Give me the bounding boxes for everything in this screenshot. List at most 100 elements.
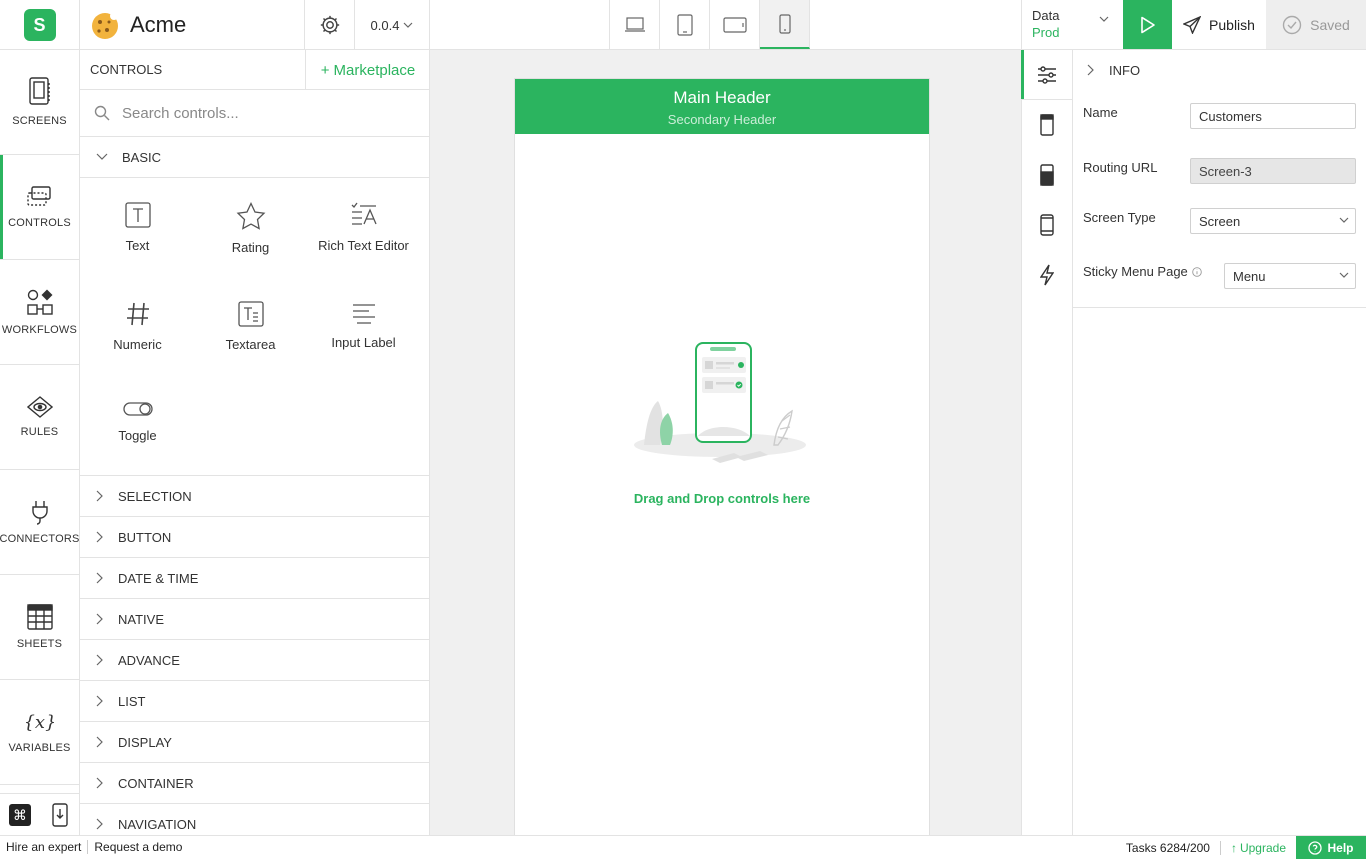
routing-url-value: Screen-3 <box>1199 163 1252 179</box>
info-section-title: INFO <box>1109 62 1141 78</box>
control-toggle-label: Toggle <box>118 428 157 443</box>
tab-footer-settings[interactable] <box>1022 150 1072 200</box>
control-text-label: Text <box>125 238 150 253</box>
publish-button[interactable]: Publish <box>1172 0 1266 49</box>
control-numeric[interactable]: Numeric <box>81 289 194 388</box>
chevron-down-icon <box>1339 272 1349 278</box>
section-basic[interactable]: BASIC <box>80 137 429 178</box>
control-rich-text-editor[interactable]: Rich Text Editor <box>307 190 420 289</box>
nav-variables[interactable]: {x} VARIABLES <box>0 680 79 785</box>
tab-device-settings[interactable] <box>1022 200 1072 250</box>
control-textarea[interactable]: Textarea <box>194 289 307 388</box>
empty-drop-zone[interactable]: Drag and Drop controls here <box>515 341 929 506</box>
shortcuts-button[interactable]: ⌘ <box>0 794 40 835</box>
upgrade-link[interactable]: ↑ Upgrade <box>1221 841 1296 855</box>
nav-connectors[interactable]: CONNECTORS <box>0 470 79 575</box>
drop-hint-text: Drag and Drop controls here <box>633 491 811 506</box>
nav-connectors-label: CONNECTORS <box>0 533 80 545</box>
data-env-value: Prod <box>1032 25 1060 40</box>
section-advance-label: ADVANCE <box>118 652 180 668</box>
device-mobile-button[interactable] <box>760 0 810 49</box>
mobile-screen-preview[interactable]: Main Header Secondary Header Drag and Dr… <box>515 79 929 835</box>
screen-header[interactable]: Main Header Secondary Header <box>515 79 929 134</box>
search-icon <box>94 105 110 121</box>
control-text[interactable]: Text <box>81 190 194 289</box>
nav-screens[interactable]: SCREENS <box>0 50 79 155</box>
project-name: Acme <box>130 12 187 37</box>
help-circle-icon <box>1308 840 1323 855</box>
marketplace-button[interactable]: + Marketplace <box>305 50 429 90</box>
screen-header-icon <box>1040 114 1054 136</box>
chevron-right-icon <box>96 818 103 830</box>
app-settings-button[interactable] <box>305 0 355 50</box>
top-bar: S Acme 0.0.4 Data Prod Publish Saved <box>0 0 1366 50</box>
rules-eye-icon <box>26 396 53 418</box>
chevron-down-icon <box>96 153 108 160</box>
data-environment-selector[interactable]: Data Prod <box>1021 0 1123 50</box>
tab-properties[interactable] <box>1021 50 1072 100</box>
device-tablet-portrait-button[interactable] <box>660 0 710 49</box>
sliders-icon <box>1038 65 1056 84</box>
name-field[interactable]: Customers <box>1190 103 1356 129</box>
section-button[interactable]: BUTTON <box>80 517 429 558</box>
name-value: Customers <box>1199 108 1262 124</box>
project-brand[interactable]: Acme <box>80 0 305 50</box>
sticky-menu-select[interactable]: Menu <box>1224 263 1356 289</box>
request-demo-link[interactable]: Request a demo <box>88 840 188 854</box>
command-key-icon: ⌘ <box>9 803 31 826</box>
controls-icon <box>26 186 51 206</box>
control-rich-text-editor-label: Rich Text Editor <box>318 238 409 253</box>
hire-expert-link[interactable]: Hire an expert <box>0 840 87 854</box>
help-label: Help <box>1327 840 1354 855</box>
tasks-counter: Tasks 6284/200 <box>1125 840 1210 855</box>
section-container[interactable]: CONTAINER <box>80 763 429 804</box>
phone-illustration-icon <box>634 342 806 463</box>
screen-type-select[interactable]: Screen <box>1190 208 1356 234</box>
control-input-label[interactable]: Input Label <box>307 289 420 388</box>
version-dropdown[interactable]: 0.0.4 <box>355 0 430 50</box>
download-app-button[interactable] <box>40 794 80 835</box>
workflows-icon <box>26 289 53 315</box>
app-logo[interactable]: S <box>0 0 80 50</box>
saved-status-button[interactable]: Saved <box>1266 0 1366 49</box>
chevron-right-icon <box>96 736 103 748</box>
section-display[interactable]: DISPLAY <box>80 722 429 763</box>
control-rating[interactable]: Rating <box>194 190 307 289</box>
help-button[interactable]: Help <box>1296 836 1366 859</box>
section-native[interactable]: NATIVE <box>80 599 429 640</box>
star-icon <box>236 202 265 230</box>
section-list[interactable]: LIST <box>80 681 429 722</box>
section-basic-label: BASIC <box>122 149 162 165</box>
control-numeric-label: Numeric <box>113 337 162 352</box>
lightning-icon <box>1040 264 1054 286</box>
tab-events[interactable] <box>1022 250 1072 300</box>
nav-controls[interactable]: CONTROLS <box>0 155 79 260</box>
run-preview-button[interactable] <box>1123 0 1172 49</box>
tab-header-settings[interactable] <box>1022 100 1072 150</box>
text-control-icon <box>124 202 151 228</box>
input-label-icon <box>352 304 375 324</box>
tablet-landscape-icon <box>722 16 747 33</box>
left-navigation: SCREENS CONTROLS WORKFLOWS RULES CONNECT… <box>0 50 80 835</box>
chevron-right-icon <box>96 613 103 625</box>
nav-workflows-label: WORKFLOWS <box>1 324 78 336</box>
saved-label: Saved <box>1310 16 1350 33</box>
section-advance[interactable]: ADVANCE <box>80 640 429 681</box>
section-date-time[interactable]: DATE & TIME <box>80 558 429 599</box>
section-navigation[interactable]: NAVIGATION <box>80 804 429 835</box>
rich-text-icon <box>351 202 377 225</box>
search-input[interactable] <box>122 104 402 122</box>
device-laptop-button[interactable] <box>610 0 660 49</box>
device-tablet-landscape-button[interactable] <box>710 0 760 49</box>
control-toggle[interactable]: Toggle <box>81 388 194 487</box>
footer-right: Tasks 6284/200 ↑ Upgrade Help <box>1116 836 1366 859</box>
info-section-header[interactable]: INFO <box>1073 50 1366 90</box>
mobile-download-icon <box>52 802 68 827</box>
send-icon <box>1183 15 1202 34</box>
nav-rules[interactable]: RULES <box>0 365 79 470</box>
design-canvas: Main Header Secondary Header Drag and Dr… <box>430 50 1021 835</box>
nav-workflows[interactable]: WORKFLOWS <box>0 260 79 365</box>
arrow-up-icon: ↑ <box>1230 840 1237 855</box>
nav-sheets[interactable]: SHEETS <box>0 575 79 680</box>
info-icon[interactable] <box>1192 266 1202 277</box>
